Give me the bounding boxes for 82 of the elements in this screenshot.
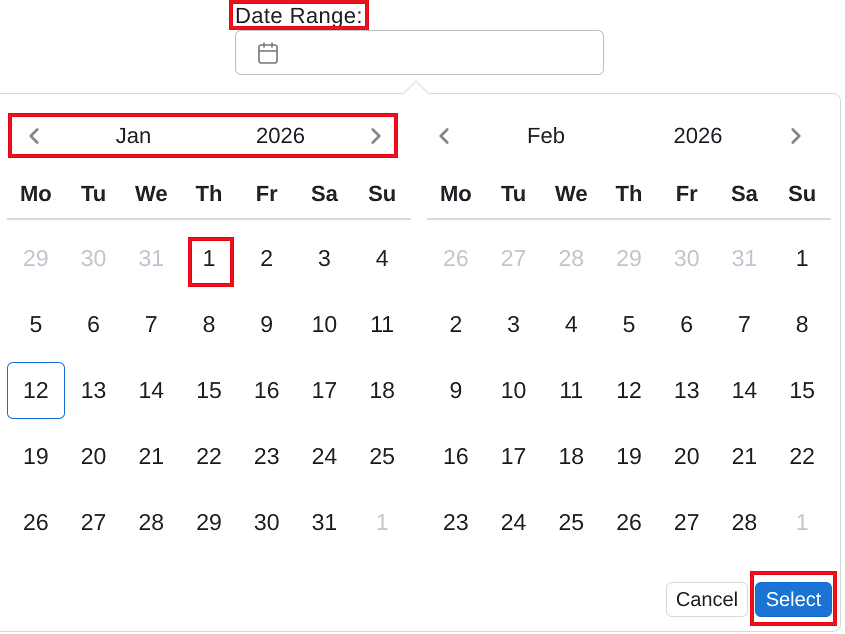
calendar-day[interactable]: 18	[353, 362, 411, 419]
calendar-day[interactable]: 24	[296, 428, 354, 485]
calendar-day[interactable]: 10	[484, 362, 542, 419]
calendar-day[interactable]: 26	[600, 494, 658, 551]
calendar-day[interactable]: 11	[353, 296, 411, 353]
calendar-day[interactable]: 13	[658, 362, 716, 419]
calendar-day[interactable]: 17	[484, 428, 542, 485]
calendar-day[interactable]: 5	[7, 296, 65, 353]
month-selector[interactable]: Feb	[527, 120, 565, 150]
calendar-day[interactable]: 7	[716, 296, 774, 353]
calendar-day[interactable]: 31	[296, 494, 354, 551]
calendar-day[interactable]: 12	[7, 362, 65, 419]
calendar-day[interactable]: 27	[658, 494, 716, 551]
calendar-day[interactable]: 9	[427, 362, 485, 419]
weekday-label: We	[134, 180, 168, 208]
calendar-day[interactable]: 3	[296, 230, 354, 287]
date-range-field[interactable]	[235, 30, 604, 75]
calendar-day[interactable]: 22	[180, 428, 238, 485]
calendar-day[interactable]: 2	[427, 296, 485, 353]
year-selector[interactable]: 2026	[674, 120, 722, 150]
calendar-day[interactable]: 12	[600, 362, 658, 419]
calendar-day[interactable]: 8	[180, 296, 238, 353]
calendar-day[interactable]: 15	[180, 362, 238, 419]
weekday-label: Mo	[20, 180, 52, 208]
weekday-label: Su	[368, 180, 396, 208]
calendar-day[interactable]: 23	[427, 494, 485, 551]
calendar-day[interactable]: 6	[64, 296, 122, 353]
weekday-label: Fr	[256, 180, 278, 208]
calendar-day[interactable]: 16	[427, 428, 485, 485]
weekday-label: Su	[788, 180, 816, 208]
calendar-icon	[256, 40, 280, 64]
calendar-day[interactable]: 15	[773, 362, 831, 419]
calendar-day[interactable]: 22	[773, 428, 831, 485]
calendar-day[interactable]: 10	[296, 296, 354, 353]
calendar-day[interactable]: 20	[64, 428, 122, 485]
field-label: Date Range:	[235, 2, 363, 30]
calendar-day[interactable]: 21	[716, 428, 774, 485]
calendar-day[interactable]: 25	[542, 494, 600, 551]
cancel-button[interactable]: Cancel	[666, 582, 748, 617]
calendar-day[interactable]: 14	[716, 362, 774, 419]
calendar-day[interactable]: 21	[122, 428, 180, 485]
weekday-label: Tu	[80, 180, 106, 208]
weekday-label: Fr	[676, 180, 698, 208]
calendar-day[interactable]: 9	[238, 296, 296, 353]
calendar-day[interactable]: 14	[122, 362, 180, 419]
calendar-day[interactable]: 26	[7, 494, 65, 551]
weekday-label: Mo	[440, 180, 472, 208]
calendar-day[interactable]: 19	[600, 428, 658, 485]
weekday-label: Sa	[730, 180, 758, 208]
calendar-day[interactable]: 17	[296, 362, 354, 419]
calendar-day[interactable]: 4	[353, 230, 411, 287]
calendar-day[interactable]: 7	[122, 296, 180, 353]
month-selector[interactable]: Jan	[116, 120, 152, 150]
calendar-day[interactable]: 23	[238, 428, 296, 485]
calendar-day[interactable]: 28	[122, 494, 180, 551]
calendar-day[interactable]: 20	[658, 428, 716, 485]
calendar-day[interactable]: 24	[484, 494, 542, 551]
calendar-day[interactable]: 3	[484, 296, 542, 353]
year-selector[interactable]: 2026	[256, 120, 305, 150]
calendar-day[interactable]: 1	[180, 230, 238, 287]
calendar-day[interactable]: 4	[542, 296, 600, 353]
calendar-day[interactable]: 25	[353, 428, 411, 485]
weekday-label: Tu	[500, 180, 526, 208]
weekday-label: Th	[616, 180, 642, 208]
calendar-day[interactable]: 8	[773, 296, 831, 353]
weekday-label: Th	[196, 180, 222, 208]
calendar-day[interactable]: 18	[542, 428, 600, 485]
calendar-day[interactable]: 19	[7, 428, 65, 485]
calendar-day[interactable]: 13	[64, 362, 122, 419]
calendar-day[interactable]: 5	[600, 296, 658, 353]
calendar-day[interactable]: 29	[180, 494, 238, 551]
weekday-label: We	[554, 180, 588, 208]
calendar-day[interactable]: 1	[773, 230, 831, 287]
calendar-day[interactable]: 30	[238, 494, 296, 551]
calendar-day[interactable]: 28	[716, 494, 774, 551]
calendar-day[interactable]: 6	[658, 296, 716, 353]
weekday-label: Sa	[310, 180, 338, 208]
calendar-day[interactable]: 27	[64, 494, 122, 551]
calendar-day[interactable]: 11	[542, 362, 600, 419]
calendar-day[interactable]: 2	[238, 230, 296, 287]
select-button[interactable]: Select	[755, 582, 832, 617]
calendar-day[interactable]: 16	[238, 362, 296, 419]
